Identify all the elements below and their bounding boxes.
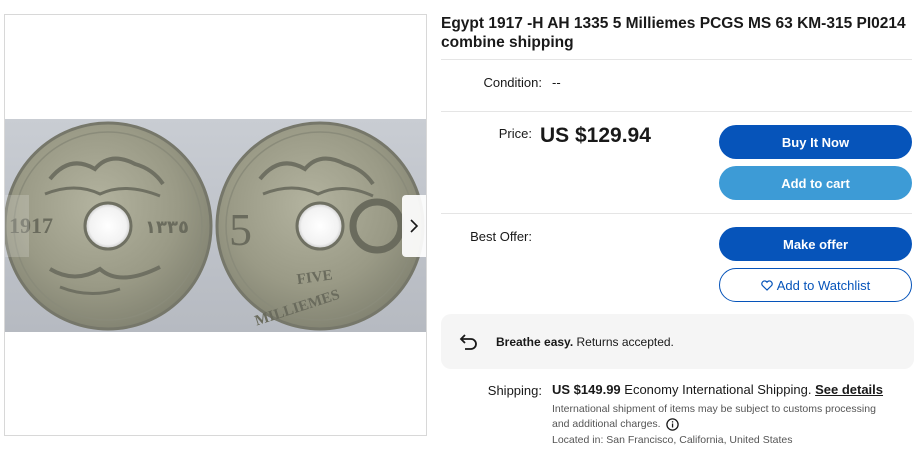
add-to-watchlist-label: Add to Watchlist (776, 277, 871, 293)
shipping-price: US $149.99 (552, 382, 621, 397)
divider (441, 111, 912, 112)
return-arrow-icon (456, 329, 482, 355)
shipping-summary: US $149.99 Economy International Shippin… (552, 382, 883, 397)
make-offer-button[interactable]: Make offer (719, 227, 912, 261)
next-image-button[interactable] (402, 195, 426, 257)
returns-banner: Breathe easy. Returns accepted. (441, 314, 914, 369)
price-label: Price: (498, 126, 532, 141)
coin-reverse: 5 FIVE MILLIEMES (215, 121, 425, 331)
see-details-link[interactable]: See details (815, 382, 883, 397)
add-to-cart-button[interactable]: Add to cart (719, 166, 912, 200)
listing-title: Egypt 1917 -H AH 1335 5 Milliemes PCGS M… (441, 15, 906, 51)
returns-text: Breathe easy. Returns accepted. (496, 335, 674, 349)
heart-icon (761, 279, 773, 291)
add-to-watchlist-button[interactable]: Add to Watchlist (719, 268, 912, 302)
price-value: US $129.94 (540, 124, 651, 147)
coin-obverse-arabic-year: ١٣٣٥ (145, 217, 189, 238)
condition-label: Condition: (483, 75, 542, 90)
coin-image: 1917 ١٣٣٥ 5 FIVE MILLIEMES (5, 121, 425, 331)
shipping-note-line2: and additional charges. (552, 418, 661, 430)
condition-value: -- (552, 75, 561, 90)
previous-image-button[interactable] (5, 195, 29, 257)
item-location: Located in: San Francisco, California, U… (552, 434, 793, 446)
chevron-right-icon (410, 219, 419, 233)
divider (441, 213, 912, 214)
divider (441, 59, 912, 60)
coin-reverse-numeral: 5 (229, 204, 252, 255)
image-gallery: 1917 ١٣٣٥ 5 FIVE MILLIEMES (4, 14, 427, 436)
coin-obverse: 1917 ١٣٣٥ (5, 121, 213, 331)
coin-photo[interactable]: 1917 ١٣٣٥ 5 FIVE MILLIEMES (5, 119, 426, 332)
best-offer-label: Best Offer: (470, 229, 532, 244)
shipping-note-line2-row: and additional charges. (552, 417, 679, 432)
shipping-label: Shipping: (487, 383, 542, 398)
shipping-method: Economy International Shipping. (620, 382, 816, 397)
returns-bold-text: Breathe easy. (496, 334, 574, 349)
shipping-note-line1: International shipment of items may be s… (552, 403, 876, 415)
returns-accepted-text: Returns accepted. (573, 334, 674, 349)
buy-it-now-button[interactable]: Buy It Now (719, 125, 912, 159)
info-icon[interactable] (665, 418, 679, 431)
